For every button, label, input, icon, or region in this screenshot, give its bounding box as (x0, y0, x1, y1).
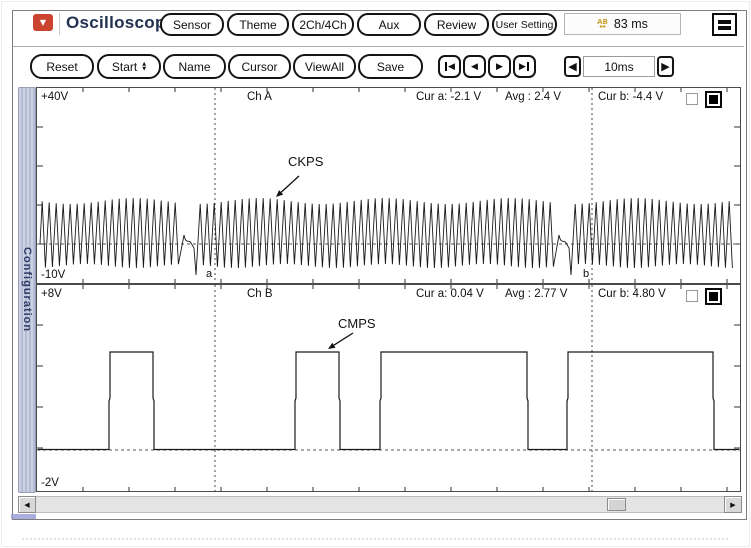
svg-text:a: a (206, 268, 213, 280)
left-triangle-icon: ◀ (24, 501, 29, 509)
chevron-down-icon: ▼ (40, 18, 46, 27)
scrollbar-thumb[interactable] (607, 498, 626, 511)
channel-b-bottom-scale: -2V (41, 477, 59, 489)
oscilloscope-app: ▼ Oscilloscope Sensor Theme 2Ch/4Ch Aux … (0, 0, 751, 548)
channel-b-average-value: Avg : 2.77 V (505, 288, 567, 300)
filled-square-icon (709, 292, 718, 301)
channel-b-top-scale: +8V (41, 288, 62, 300)
timebase-increase-button[interactable]: ▶ (657, 56, 674, 77)
ab-cursors-icon: AB ↔ (597, 19, 608, 30)
go-last-button[interactable]: ▶ (513, 55, 536, 78)
horizontal-scrollbar[interactable] (18, 496, 742, 513)
scrollbar-right-button[interactable]: ▶ (724, 496, 742, 513)
svg-text:b: b (583, 268, 589, 280)
viewall-button[interactable]: ViewAll (293, 54, 356, 79)
app-title: Oscilloscope (66, 13, 175, 33)
left-triangle-icon: ◀ (471, 62, 478, 72)
channel-a-checkbox[interactable] (686, 93, 698, 105)
measure-value: 83 ms (614, 17, 648, 31)
sensor-button[interactable]: Sensor (160, 13, 224, 36)
ab-time-measure-box: AB ↔ 83 ms (564, 13, 681, 35)
left-triangle-icon: ◀ (448, 62, 455, 72)
reset-button[interactable]: Reset (30, 54, 94, 79)
channel-a-name: Ch A (247, 91, 272, 103)
start-button-label: Start (112, 60, 137, 74)
channel-a-panel: +40V Ch A Cur a: -2.1 V Avg : 2.4 V Cur … (36, 87, 741, 284)
timebase-decrease-button[interactable]: ◀ (564, 56, 581, 77)
channel-b-panel: +8V Ch B Cur a: 0.04 V Avg : 2.77 V Cur … (36, 284, 741, 492)
save-button[interactable]: Save (358, 54, 423, 79)
timebase-value: 10ms (583, 56, 655, 77)
channel-a-top-scale: +40V (41, 91, 68, 103)
bar-icon (527, 62, 529, 71)
channel-b-display-toggle[interactable] (705, 288, 722, 305)
hamburger-menu-icon[interactable] (712, 13, 737, 36)
svg-text:CMPS: CMPS (338, 316, 376, 331)
channel-a-display-toggle[interactable] (705, 91, 722, 108)
svg-text:CKPS: CKPS (288, 154, 324, 169)
go-first-button[interactable]: ◀ (438, 55, 461, 78)
channel-a-average-value: Avg : 2.4 V (505, 91, 561, 103)
configuration-tab-label: Configuration (21, 247, 33, 332)
channel-b-cursor-a-value: Cur a: 0.04 V (416, 288, 484, 300)
theme-button[interactable]: Theme (227, 13, 289, 36)
bar-icon (445, 62, 447, 71)
title-divider (59, 13, 60, 35)
name-button[interactable]: Name (163, 54, 226, 79)
right-triangle-icon: ▶ (661, 60, 669, 73)
photo-artifact (11, 514, 36, 519)
channel-a-bottom-scale: -10V (41, 269, 65, 281)
channel-b-waveform: CMPS (37, 285, 740, 491)
channel-a-cursor-b-value: Cur b: -4.4 V (598, 91, 663, 103)
app-menu-icon[interactable]: ▼ (33, 14, 53, 31)
step-forward-button[interactable]: ▶ (488, 55, 511, 78)
channel-a-cursor-a-value: Cur a: -2.1 V (416, 91, 481, 103)
channel-mode-button[interactable]: 2Ch/4Ch (292, 13, 354, 36)
start-button[interactable]: Start ▲▼ (97, 54, 161, 79)
user-setting-button[interactable]: User Setting (492, 13, 557, 36)
left-triangle-icon: ◀ (568, 60, 576, 73)
channel-a-waveform: CKPS a b (37, 88, 740, 283)
aux-button[interactable]: Aux (357, 13, 421, 36)
step-back-button[interactable]: ◀ (463, 55, 486, 78)
channel-b-checkbox[interactable] (686, 290, 698, 302)
channel-b-name: Ch B (247, 288, 273, 300)
right-triangle-icon: ▶ (730, 501, 735, 509)
configuration-tab[interactable]: Configuration (18, 87, 36, 493)
toolbar-separator (13, 46, 744, 47)
right-triangle-icon: ▶ (519, 62, 526, 72)
right-triangle-icon: ▶ (496, 62, 503, 72)
channel-b-cursor-b-value: Cur b: 4.80 V (598, 288, 666, 300)
photo-artifact-line (22, 538, 728, 540)
review-button[interactable]: Review (424, 13, 489, 36)
cursor-button[interactable]: Cursor (228, 54, 291, 79)
spinner-icon[interactable]: ▲▼ (142, 62, 146, 71)
filled-square-icon (709, 95, 718, 104)
scrollbar-left-button[interactable]: ◀ (18, 496, 36, 513)
